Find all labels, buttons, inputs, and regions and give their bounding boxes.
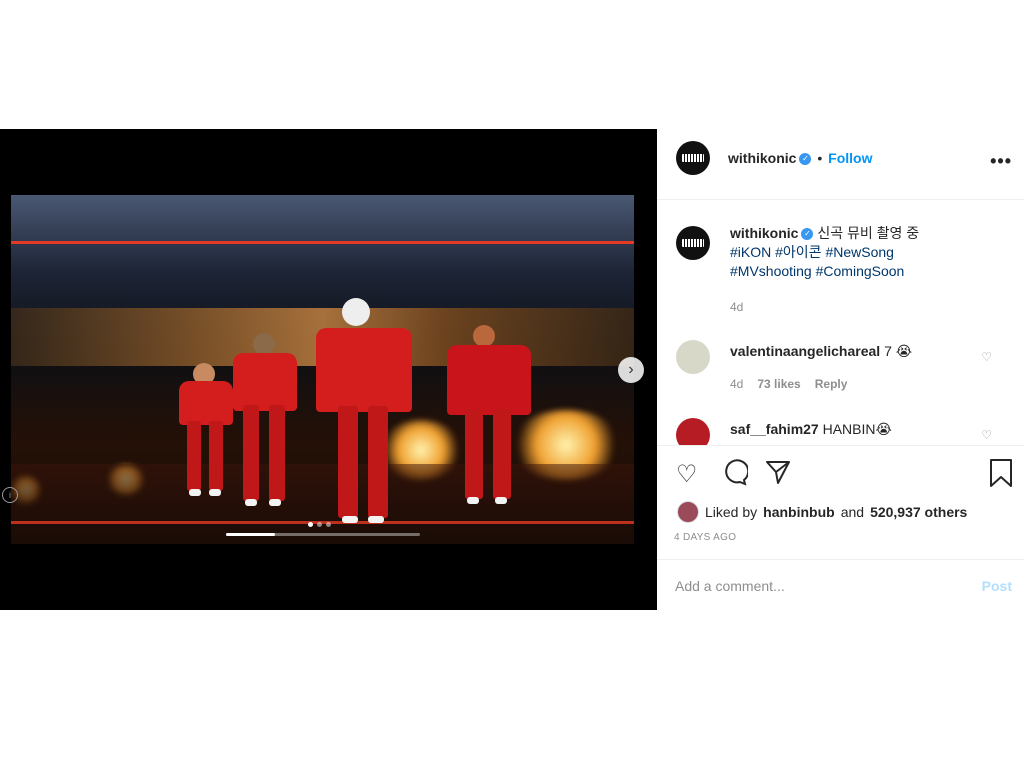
avatar[interactable] [676, 141, 710, 175]
comment-like-icon[interactable]: ♡ [981, 428, 992, 442]
more-options-icon[interactable]: ••• [990, 151, 1012, 172]
paper-plane-icon[interactable] [764, 458, 792, 493]
comment-likes[interactable]: 73 likes [757, 377, 800, 391]
post-header: withikonic ✓ • Follow ••• [657, 129, 1024, 200]
avatar[interactable] [676, 418, 710, 445]
post-actions: ♡ Liked by hanbinbub and 520,937 others … [657, 445, 1024, 560]
carousel-dot [317, 522, 322, 527]
bookmark-icon[interactable] [988, 458, 1014, 495]
post-button[interactable]: Post [982, 578, 1012, 594]
stage-light-stripe [11, 241, 634, 244]
post-media[interactable]: › i [0, 129, 657, 610]
hashtag[interactable]: #NewSong [825, 244, 894, 260]
comment-input[interactable]: Add a comment... [675, 578, 785, 594]
avatar[interactable] [676, 226, 710, 260]
caption: withikonic ✓ 신곡 뮤비 촬영 중 #iKON #아이콘 #NewSo… [730, 224, 1010, 281]
verified-icon: ✓ [801, 228, 814, 241]
video-progress-bar[interactable] [226, 533, 420, 536]
comment-username[interactable]: saf__fahim27 [730, 421, 819, 437]
add-comment-bar: Add a comment... Post [657, 559, 1024, 611]
caption-username[interactable]: withikonic [730, 225, 798, 241]
ikon-logo-icon [682, 239, 704, 247]
liked-by-and: and [840, 504, 865, 520]
header-username[interactable]: withikonic [728, 150, 796, 166]
verified-icon: ✓ [799, 153, 812, 166]
comment-like-icon[interactable]: ♡ [981, 350, 992, 364]
carousel-dot [326, 522, 331, 527]
follow-button[interactable]: Follow [828, 150, 872, 166]
comment-meta: 4d 73 likes Reply [730, 377, 847, 391]
reply-button[interactable]: Reply [815, 377, 848, 391]
comments-section[interactable]: withikonic ✓ 신곡 뮤비 촬영 중 #iKON #아이콘 #NewSo… [657, 200, 1024, 445]
carousel-dots [308, 522, 331, 527]
chevron-right-icon[interactable]: › [618, 357, 644, 383]
hashtag[interactable]: #iKON [730, 244, 771, 260]
stage-floor [11, 464, 634, 544]
ikon-logo-icon [682, 154, 704, 162]
hashtag[interactable]: #ComingSoon [816, 263, 905, 279]
avatar[interactable] [677, 501, 699, 523]
liked-by-user[interactable]: hanbinbub [763, 504, 835, 520]
comment-text: 7 😭 [884, 343, 913, 359]
hashtag[interactable]: #MVshooting [730, 263, 812, 279]
post-sidebar: withikonic ✓ • Follow ••• withikonic ✓ 신곡 … [657, 129, 1024, 610]
header-user: withikonic ✓ • Follow [728, 150, 872, 166]
comment: saf__fahim27 HANBIN😭 [730, 420, 892, 439]
carousel-dot [308, 522, 313, 527]
video-progress-fill [226, 533, 275, 536]
heart-icon[interactable]: ♡ [676, 460, 698, 489]
comment-time[interactable]: 4d [730, 377, 743, 391]
info-icon[interactable]: i [2, 487, 18, 503]
liked-by-others[interactable]: 520,937 others [870, 504, 967, 520]
video-frame[interactable] [11, 195, 634, 544]
hashtag[interactable]: #아이콘 [775, 244, 821, 260]
header-separator: • [817, 150, 823, 166]
comment-icon[interactable] [720, 458, 750, 493]
post-timestamp[interactable]: 4 DAYS AGO [674, 532, 736, 543]
liked-by-prefix: Liked by [705, 504, 758, 520]
likes-summary: Liked by hanbinbub and 520,937 others [677, 501, 967, 523]
comment-text: HANBIN😭 [822, 421, 892, 437]
caption-time[interactable]: 4d [730, 300, 743, 314]
comment-username[interactable]: valentinaangelichareal [730, 343, 880, 359]
comment: valentinaangelichareal 7 😭 [730, 342, 912, 361]
caption-text: 신곡 뮤비 촬영 중 [817, 225, 920, 241]
avatar[interactable] [676, 340, 710, 374]
instagram-post: › i withikonic ✓ • Follow ••• withikonic ✓… [0, 129, 1024, 610]
